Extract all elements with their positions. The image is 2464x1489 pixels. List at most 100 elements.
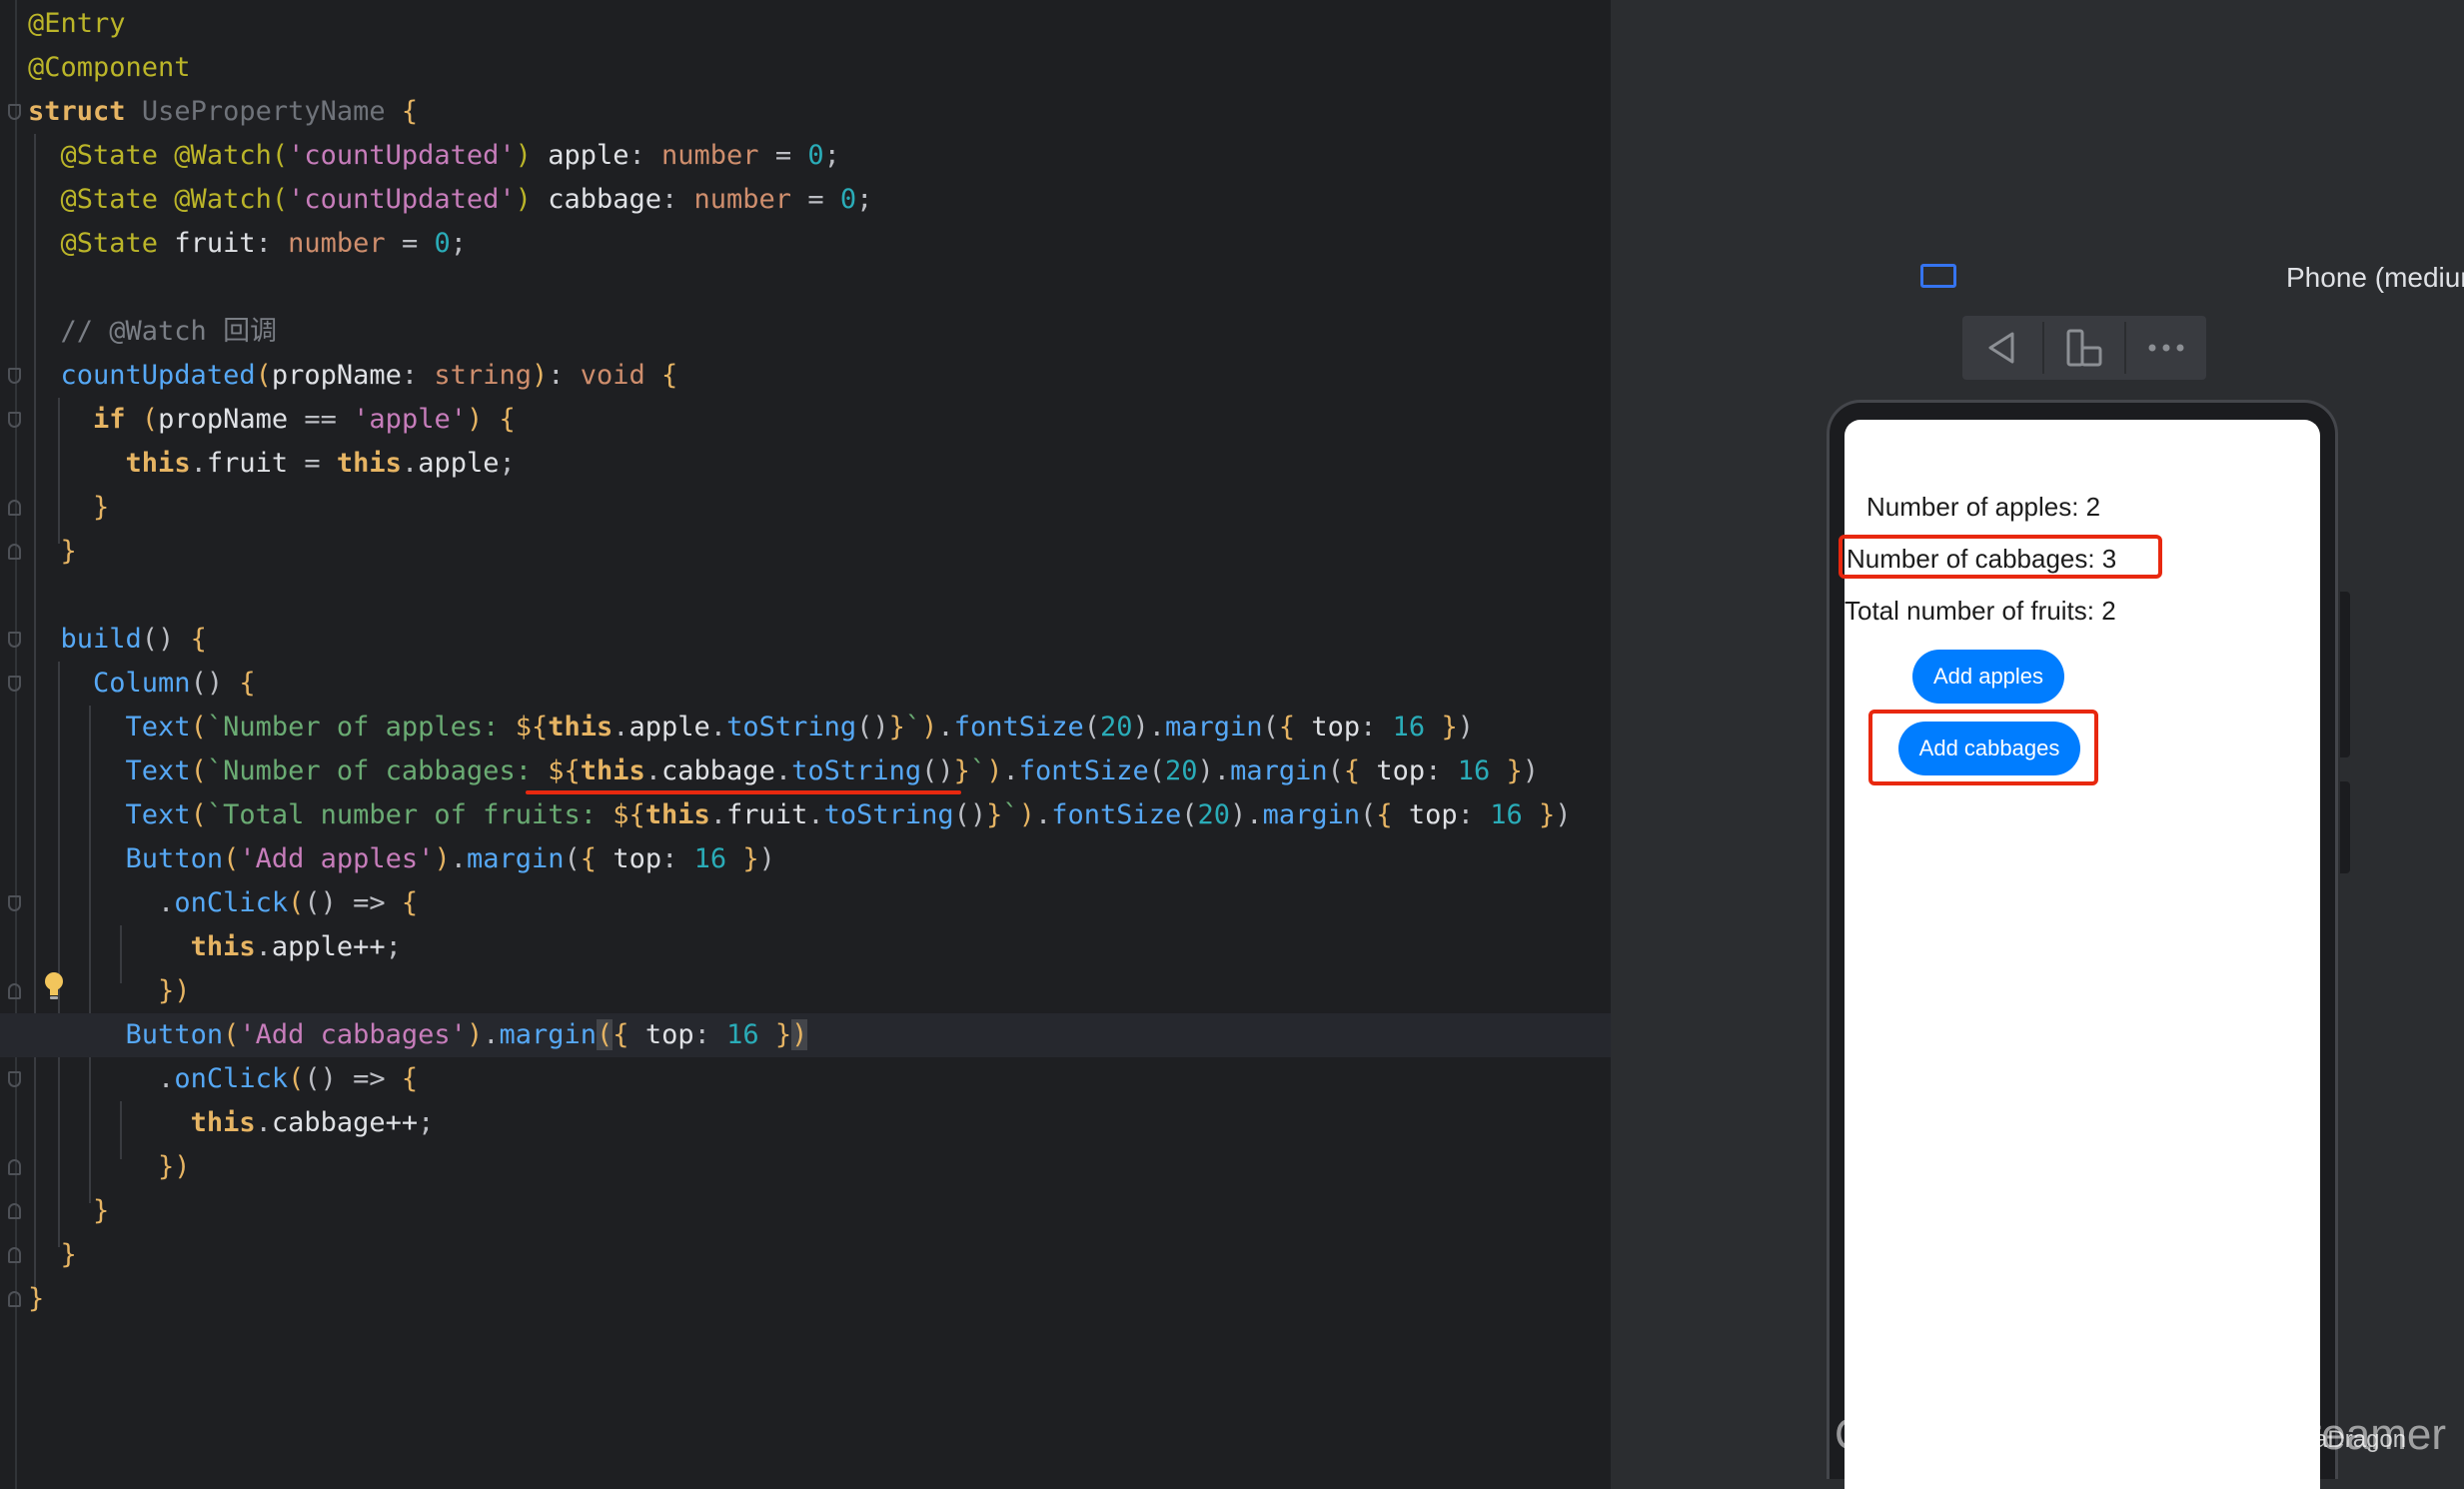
fold-marker-onclick-2-end[interactable] xyxy=(8,1159,21,1175)
paren: ) xyxy=(515,140,532,171)
object-key: top xyxy=(1408,799,1458,830)
method-name: margin xyxy=(466,843,565,874)
phone-screen: Number of apples: 2 Number of cabbages: … xyxy=(1845,420,2320,1489)
fold-marker-struct[interactable] xyxy=(8,104,21,120)
property-name: fruit xyxy=(206,448,289,479)
component-name: Text xyxy=(125,712,191,743)
property-name: cabbage xyxy=(548,184,661,215)
fold-marker-build[interactable] xyxy=(8,632,21,648)
colon: : xyxy=(661,184,678,215)
type-name: number xyxy=(661,140,759,171)
device-icon xyxy=(1920,264,1956,288)
code-line-27: }) xyxy=(158,1151,191,1182)
statement: apple++ xyxy=(271,931,386,962)
string-literal: 'countUpdated' xyxy=(288,140,516,171)
code-line-2: @Component xyxy=(28,46,191,90)
rotate-device-button[interactable] xyxy=(2044,316,2124,380)
object-key: top xyxy=(1311,712,1361,743)
fold-marker-onclick-1-end[interactable] xyxy=(8,983,21,999)
fold-marker-if[interactable] xyxy=(8,412,21,428)
component-name: Text xyxy=(125,799,191,830)
more-icon xyxy=(2148,344,2184,352)
comment: // @Watch 回调 xyxy=(60,316,278,347)
code-line-21: .onClick(() => { xyxy=(28,887,419,918)
number-literal: 20 xyxy=(1100,712,1133,743)
method-name: build xyxy=(60,624,142,655)
number-literal: 16 xyxy=(693,843,727,874)
property-name: cabbage xyxy=(661,755,775,786)
semicolon: ; xyxy=(823,140,840,171)
annotation-component: @Component xyxy=(28,52,191,83)
annotation-state-watch: @State @Watch( xyxy=(60,184,289,215)
annotation-state-watch: @State @Watch( xyxy=(60,140,289,171)
string-literal: 'Add apples' xyxy=(239,843,435,874)
code-line-25: .onClick(() => { xyxy=(28,1063,419,1094)
parameter: propName xyxy=(158,404,289,435)
code-line-8: // @Watch 回调 xyxy=(28,310,278,354)
string-literal: 'countUpdated' xyxy=(288,184,516,215)
object-key: top xyxy=(1376,755,1426,786)
fold-marker-onclick-2[interactable] xyxy=(8,1071,21,1087)
apples-count-text: Number of apples: 2 xyxy=(1866,492,2101,522)
fruits-total-text: Total number of fruits: 2 xyxy=(1845,596,2116,626)
keyword-this: this xyxy=(336,448,402,479)
number-literal: 0 xyxy=(839,184,857,215)
component-name: Button xyxy=(125,1019,224,1050)
code-line-29: } xyxy=(60,1239,77,1270)
type-name: number xyxy=(288,228,386,259)
number-literal: 16 xyxy=(1490,799,1523,830)
method-name: fontSize xyxy=(1018,755,1149,786)
fold-marker-struct-end[interactable] xyxy=(8,1291,21,1307)
fold-marker-if-end[interactable] xyxy=(8,500,21,516)
code-line-4: @State @Watch('countUpdated') apple: num… xyxy=(28,134,840,178)
object-key: top xyxy=(613,843,662,874)
back-button[interactable] xyxy=(1962,316,2042,380)
fold-marker-column-end[interactable] xyxy=(8,1203,21,1219)
string-literal: 'apple' xyxy=(353,404,467,435)
more-button[interactable] xyxy=(2126,316,2206,380)
add-apples-button[interactable]: Add apples xyxy=(1912,650,2064,704)
device-name[interactable]: Phone (medium) xyxy=(2286,258,2464,298)
number-literal: 20 xyxy=(1165,755,1198,786)
component-name: Column xyxy=(93,668,191,699)
property-name: apple xyxy=(548,140,629,171)
fold-marker-countupdated-end[interactable] xyxy=(8,544,21,560)
semicolon: ; xyxy=(450,228,468,259)
string-literal: 'Add cabbages' xyxy=(239,1019,467,1050)
type-name: string xyxy=(434,360,532,391)
keyword-this: this xyxy=(190,931,256,962)
method-name: toString xyxy=(791,755,922,786)
fold-marker-onclick-1[interactable] xyxy=(8,895,21,911)
fold-marker-countupdated[interactable] xyxy=(8,368,21,384)
fold-marker-column[interactable] xyxy=(8,676,21,692)
component-name: Text xyxy=(125,755,191,786)
method-name: countUpdated xyxy=(60,360,256,391)
object-key: top xyxy=(644,1019,694,1050)
fold-marker-build-end[interactable] xyxy=(8,1247,21,1263)
method-name: margin xyxy=(1165,712,1263,743)
previewer-toolbar xyxy=(1962,316,2206,380)
lightbulb-icon[interactable] xyxy=(43,971,65,1001)
code-line-6: @State fruit: number = 0; xyxy=(28,222,468,266)
code-line-5: @State @Watch('countUpdated') cabbage: n… xyxy=(28,178,873,222)
method-name: margin xyxy=(1230,755,1328,786)
method-name: toString xyxy=(726,712,857,743)
return-type: void xyxy=(580,360,645,391)
rotate-device-icon xyxy=(2066,329,2102,367)
code-line-10: if (propName == 'apple') { xyxy=(93,404,516,435)
code-line-28: } xyxy=(93,1195,110,1226)
phone-side-button xyxy=(2340,781,2350,873)
annotation-state: @State xyxy=(60,228,159,259)
keyword-this: this xyxy=(125,448,191,479)
template-literal: `Total number of fruits: xyxy=(206,799,614,830)
code-line-24-current: Button('Add cabbages').margin({ top: 16 … xyxy=(0,1013,1611,1057)
keyword-struct: struct xyxy=(28,96,126,127)
highlight-box-add-cabbages xyxy=(1868,710,2098,785)
code-editor[interactable]: @Entry @Component struct UsePropertyName… xyxy=(0,0,1611,1489)
method-name: toString xyxy=(823,799,954,830)
code-line-11: this.fruit = this.apple; xyxy=(125,448,516,479)
operator: = xyxy=(807,184,824,215)
number-literal: 16 xyxy=(1392,712,1426,743)
semicolon: ; xyxy=(856,184,873,215)
phone-side-button xyxy=(2340,592,2350,757)
